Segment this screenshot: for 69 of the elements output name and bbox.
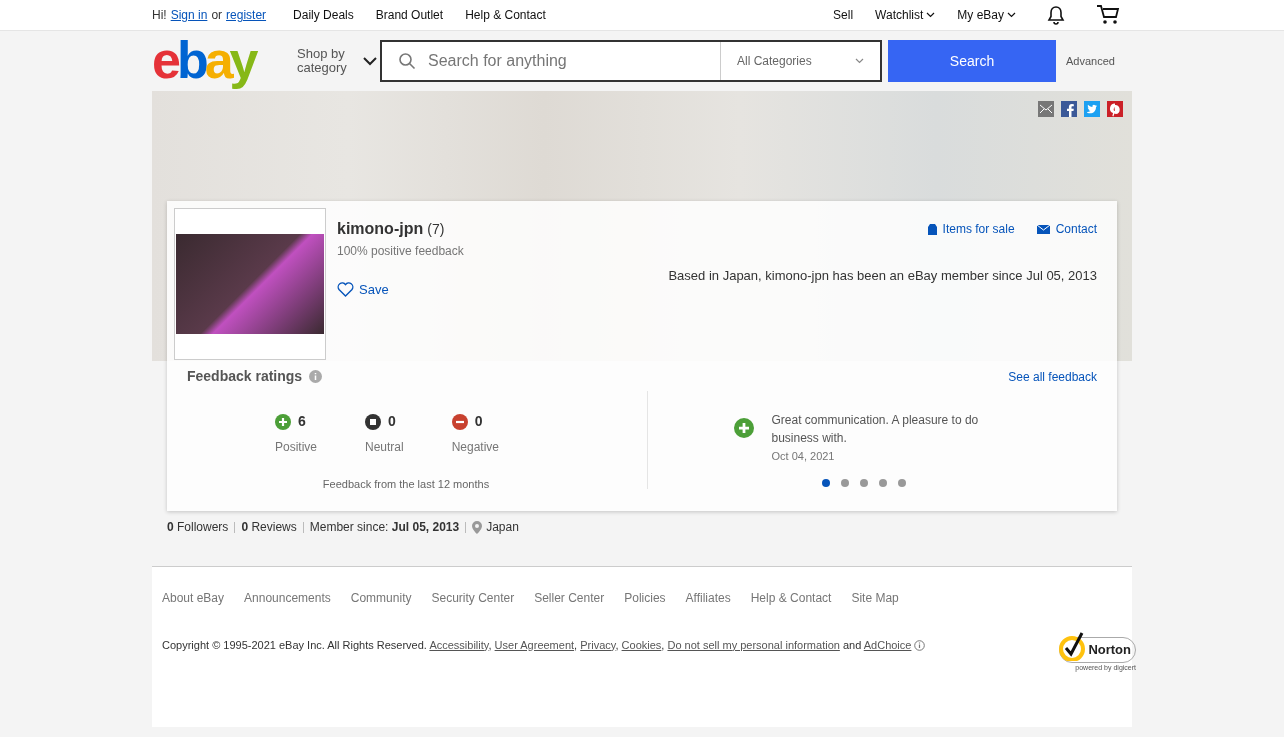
copyright-text: Copyright © 1995-2021 eBay Inc. All Rights Reserved. Accessibility, User Agreement, Privacy, Cookies, Do not sell my personal information and AdChoice — [162, 637, 912, 653]
tag-icon — [927, 223, 937, 235]
chevron-down-icon — [926, 12, 936, 18]
rating-count: 0 — [474, 412, 483, 431]
items-for-sale-link[interactable]: Items for sale — [927, 220, 1015, 238]
pinterest-icon[interactable] — [1107, 101, 1123, 117]
search-field[interactable]: Search for anything All Categories — [380, 40, 882, 82]
register-link[interactable]: register — [226, 6, 267, 24]
rating-label: Negative — [451, 439, 500, 456]
rating-count: 0 — [388, 412, 396, 431]
rating-count: 6 — [297, 412, 306, 431]
search-icon — [398, 52, 416, 70]
plus-icon — [274, 413, 291, 430]
seller-description: Based in Japan, kimono-jpn has been an eBay member since Jul 05, 2013 — [668, 267, 1097, 285]
contact-link[interactable]: Contact — [1036, 220, 1097, 238]
or-text: or — [211, 7, 223, 24]
footer-link[interactable]: Seller Center — [534, 589, 605, 607]
search-button[interactable]: Search — [888, 40, 1056, 82]
positive-feedback-text: 100% positive feedback — [337, 243, 465, 260]
footer-link[interactable]: Site Map — [851, 589, 899, 607]
chevron-down-icon — [1007, 12, 1016, 18]
save-button[interactable]: Save — [337, 280, 389, 300]
footer-link[interactable]: Security Center — [431, 589, 515, 607]
cart-icon[interactable] — [1096, 4, 1120, 26]
feedback-date: Oct 04, 2021 — [771, 449, 836, 464]
footer-link[interactable]: Policies — [624, 589, 666, 607]
shop-by-category-button[interactable]: Shop by category — [297, 47, 377, 75]
facebook-icon[interactable] — [1061, 101, 1077, 117]
footer-link[interactable]: Affiliates — [685, 589, 731, 607]
nav-link[interactable]: Sell — [833, 6, 854, 24]
nav-link[interactable]: My eBay — [957, 6, 1016, 24]
footer-link[interactable]: Do not sell my personal information — [667, 638, 840, 651]
feedback-score: (7) — [427, 220, 445, 239]
feedback-ratings-title: Feedback ratings — [187, 367, 303, 386]
info-icon[interactable] — [309, 370, 323, 383]
chevron-down-icon — [363, 56, 377, 66]
bell-icon[interactable] — [1046, 5, 1066, 25]
plus-icon — [733, 418, 754, 438]
footer-link[interactable]: Community — [350, 589, 412, 607]
location-pin-icon — [472, 520, 483, 534]
see-all-feedback-link[interactable]: See all feedback — [1008, 367, 1097, 386]
feedback-comment: Great communication. A pleasure to do business with. — [771, 412, 980, 447]
footer-link[interactable]: Announcements — [244, 589, 331, 607]
sign-in-link[interactable]: Sign in — [170, 6, 208, 24]
footer-link[interactable]: About eBay — [162, 589, 225, 607]
rating-label: Neutral — [365, 439, 404, 456]
nav-link[interactable]: Daily Deals — [293, 6, 354, 24]
greeting-text: Hi! — [152, 7, 167, 24]
seller-stat: 0 Followers — [167, 519, 229, 536]
category-dropdown[interactable]: All Categories — [720, 42, 880, 80]
location-text: Japan — [486, 519, 519, 536]
heart-icon — [337, 282, 354, 298]
chevron-down-icon — [855, 58, 864, 64]
footer-link[interactable]: Help & Contact — [750, 589, 832, 607]
envelope-icon — [1036, 224, 1050, 234]
nav-link[interactable]: Watchlist — [875, 6, 936, 24]
nav-link[interactable]: Brand Outlet — [375, 6, 444, 24]
email-icon[interactable] — [1038, 101, 1054, 117]
minus-icon — [451, 413, 468, 430]
twitter-icon[interactable] — [1084, 101, 1100, 117]
footer-link[interactable]: AdChoice — [863, 638, 912, 651]
advanced-link[interactable]: Advanced — [1066, 52, 1115, 70]
seller-name[interactable]: kimono-jpn — [337, 217, 424, 241]
rating-label: Positive — [274, 439, 317, 456]
seller-stat: Member since: Jul 05, 2013 — [309, 519, 460, 536]
info-icon[interactable] — [914, 639, 926, 651]
seller-stat: 0 Reviews — [241, 519, 297, 536]
feedback-period-text: Feedback from the last 12 months — [322, 477, 490, 492]
nav-link[interactable]: Help & Contact — [465, 6, 546, 24]
